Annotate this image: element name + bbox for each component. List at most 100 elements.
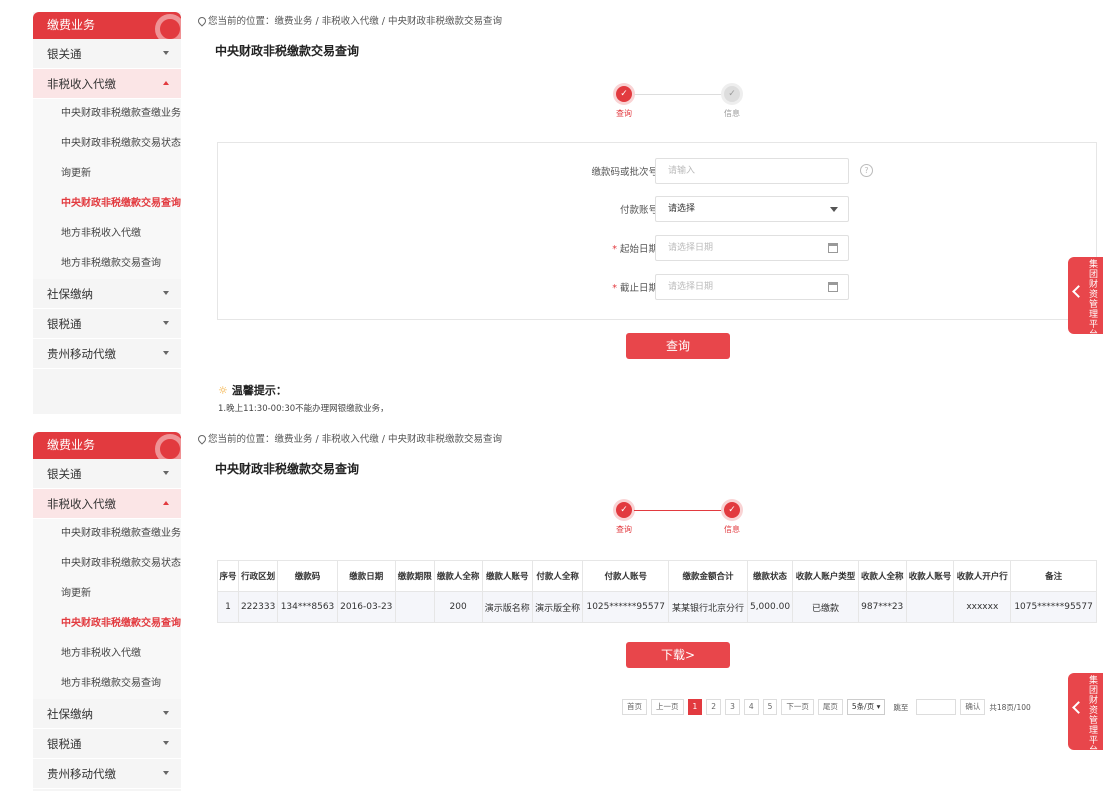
calendar-icon (828, 243, 838, 253)
sidebar: 缴费业务 银关通 非税收入代缴 中央财政非税缴款查缴业务 中央财政非税缴款交易状… (33, 432, 181, 791)
chevron-down-icon (163, 471, 169, 475)
sidebar-item-label: 银税通 (47, 317, 82, 331)
table-cell: 222333 (238, 591, 279, 623)
pager-page-1[interactable]: 1 (687, 699, 703, 715)
chevron-down-icon (830, 207, 838, 212)
sidebar-item-yinguantong[interactable]: 银关通 (33, 39, 181, 69)
column-header: 行政区划 (238, 560, 279, 592)
table-cell: 987***23 (857, 591, 907, 623)
side-tab-finance-platform[interactable]: 集团财资管理平台 (1068, 673, 1103, 756)
table-cell (905, 591, 955, 623)
page-title: 中央财政非税缴款交易查询 (215, 44, 360, 58)
sidebar-subitem-central-query-pay[interactable]: 中央财政非税缴款查缴业务 (33, 519, 181, 549)
sidebar-subitem-central-transaction-query[interactable]: 中央财政非税缴款交易查询 (33, 189, 181, 219)
sidebar-item-label: 非税收入代缴 (47, 77, 116, 91)
column-header: 缴款金额合计 (668, 560, 748, 592)
pager-page-5[interactable]: 5 (762, 699, 778, 715)
sidebar-header: 缴费业务 (33, 12, 181, 39)
step-2-label: 信息 (724, 109, 740, 118)
table-cell: 2016-03-23 (336, 591, 396, 623)
end-date-row: * 截止日期 请选择日期 (218, 274, 1098, 300)
step-2-check-icon: ✓ (724, 502, 740, 518)
sidebar-item-yinshuitong[interactable]: 银税通 (33, 729, 181, 759)
account-row: 付款账号 请选择 (218, 196, 1098, 222)
sidebar-subitem-status-update[interactable]: 中央财政非税缴款交易状态查 (33, 129, 181, 159)
sidebar-subitem-local-query[interactable]: 地方非税缴款交易查询 (33, 669, 181, 699)
sidebar-subitem-local-query[interactable]: 地方非税缴款交易查询 (33, 249, 181, 279)
step-2-label: 信息 (724, 525, 740, 534)
column-header: 序号 (216, 560, 240, 592)
goto-confirm-button[interactable]: 确认 (960, 699, 986, 715)
sidebar-subitem-central-query-pay[interactable]: 中央财政非税缴款查缴业务 (33, 99, 181, 129)
end-date-label: * 截止日期 (612, 280, 658, 294)
page-size-value: 5条/页 (851, 702, 875, 711)
chevron-down-icon (163, 771, 169, 775)
download-button[interactable]: 下载> (626, 642, 730, 668)
breadcrumb: 您当前的位置：缴费业务 / 非税收入代缴 / 中央财政非税缴款交易查询 (196, 13, 502, 27)
bank-logo-icon (155, 14, 181, 39)
table-cell: 已缴款 (792, 591, 859, 623)
pager-page-2[interactable]: 2 (706, 699, 722, 715)
sidebar-item-label: 社保缴纳 (47, 707, 93, 721)
breadcrumb-text: 您当前的位置：缴费业务 / 非税收入代缴 / 中央财政非税缴款交易查询 (208, 16, 502, 27)
step-indicator: ✓ ✓ 查询 信息 (610, 502, 750, 542)
pagination: 首页 上一页 1 2 3 4 5 下一页 尾页 5条/页 ▾ 跳至 确认 共18… (622, 698, 1035, 716)
chevron-left-icon (1072, 285, 1085, 298)
sidebar-item-feishui[interactable]: 非税收入代缴 (33, 489, 181, 519)
goto-label: 跳至 (893, 702, 909, 712)
tips-title-text: 温馨提示： (231, 384, 287, 397)
end-date-input[interactable]: 请选择日期 (655, 274, 849, 300)
chevron-down-icon (163, 321, 169, 325)
sidebar-subitem-status-update-cont[interactable]: 询更新 (33, 579, 181, 609)
start-date-input[interactable]: 请选择日期 (655, 235, 849, 261)
table-cell: 1 (216, 591, 240, 623)
pager-page-3[interactable]: 3 (725, 699, 740, 715)
start-date-placeholder: 请选择日期 (668, 243, 714, 253)
sidebar-item-guizhou-mobile[interactable]: 贵州移动代缴 (33, 759, 181, 789)
code-input[interactable]: 请输入 (655, 158, 849, 184)
account-label: 付款账号 (619, 205, 658, 216)
sidebar-subitem-local-pay[interactable]: 地方非税收入代缴 (33, 639, 181, 669)
sidebar-item-label: 贵州移动代缴 (47, 767, 116, 781)
breadcrumb: 您当前的位置：缴费业务 / 非税收入代缴 / 中央财政非税缴款交易查询 (196, 431, 502, 445)
chevron-up-icon (163, 501, 169, 505)
chevron-up-icon (163, 81, 169, 85)
sidebar-item-shebao[interactable]: 社保缴纳 (33, 279, 181, 309)
column-header: 缴款码 (277, 560, 338, 592)
account-select[interactable]: 请选择 (655, 196, 849, 222)
pager-last-button[interactable]: 尾页 (817, 699, 843, 715)
sidebar-subitem-status-update[interactable]: 中央财政非税缴款交易状态查 (33, 549, 181, 579)
table-cell: 演示版名称 (481, 591, 533, 623)
table-cell: 200 (433, 591, 483, 623)
help-icon[interactable]: ? (860, 164, 873, 177)
pager-next-button[interactable]: 下一页 (781, 699, 814, 715)
pager-prev-button[interactable]: 上一页 (651, 699, 684, 715)
pager-first-button[interactable]: 首页 (622, 699, 647, 715)
sidebar-item-feishui[interactable]: 非税收入代缴 (33, 69, 181, 99)
table-header-row: 序号 行政区划 缴款码 缴款日期 缴款期限 缴款人全称 缴款人账号 付款人全称 … (216, 560, 1097, 592)
pager-page-4[interactable]: 4 (743, 699, 759, 715)
chevron-down-icon (163, 291, 169, 295)
sidebar-subitem-central-transaction-query[interactable]: 中央财政非税缴款交易查询 (33, 609, 181, 639)
sidebar-item-guizhou-mobile[interactable]: 贵州移动代缴 (33, 339, 181, 369)
query-button[interactable]: 查询 (626, 333, 730, 359)
table-cell: 134***8563 (277, 591, 338, 623)
table-cell: xxxxxx (953, 591, 1012, 623)
sidebar-item-shebao[interactable]: 社保缴纳 (33, 699, 181, 729)
end-date-label-text: 截止日期 (619, 283, 658, 294)
sidebar-subitem-status-update-cont[interactable]: 询更新 (33, 159, 181, 189)
goto-page-input[interactable] (916, 699, 957, 715)
column-header: 收款人账户类型 (792, 560, 859, 592)
query-form: 缴款码或批次号 请输入 ? 付款账号 请选择 * 起始日期 请选择日期 * 截止日期… (217, 142, 1097, 320)
sidebar-item-label: 银税通 (47, 737, 82, 751)
sidebar-item-yinshuitong[interactable]: 银税通 (33, 309, 181, 339)
sidebar-subitem-local-pay[interactable]: 地方非税收入代缴 (33, 219, 181, 249)
sidebar-item-yinguantong[interactable]: 银关通 (33, 459, 181, 489)
breadcrumb-text: 您当前的位置：缴费业务 / 非税收入代缴 / 中央财政非税缴款交易查询 (208, 434, 502, 445)
table-cell: 演示版全称 (531, 591, 584, 623)
column-header: 收款人全称 (857, 560, 907, 592)
page-size-select[interactable]: 5条/页 ▾ (846, 699, 886, 715)
step-connector (634, 94, 724, 95)
side-tab-finance-platform[interactable]: 集团财资管理平台 (1068, 257, 1103, 340)
step-1-label: 查询 (616, 525, 632, 534)
